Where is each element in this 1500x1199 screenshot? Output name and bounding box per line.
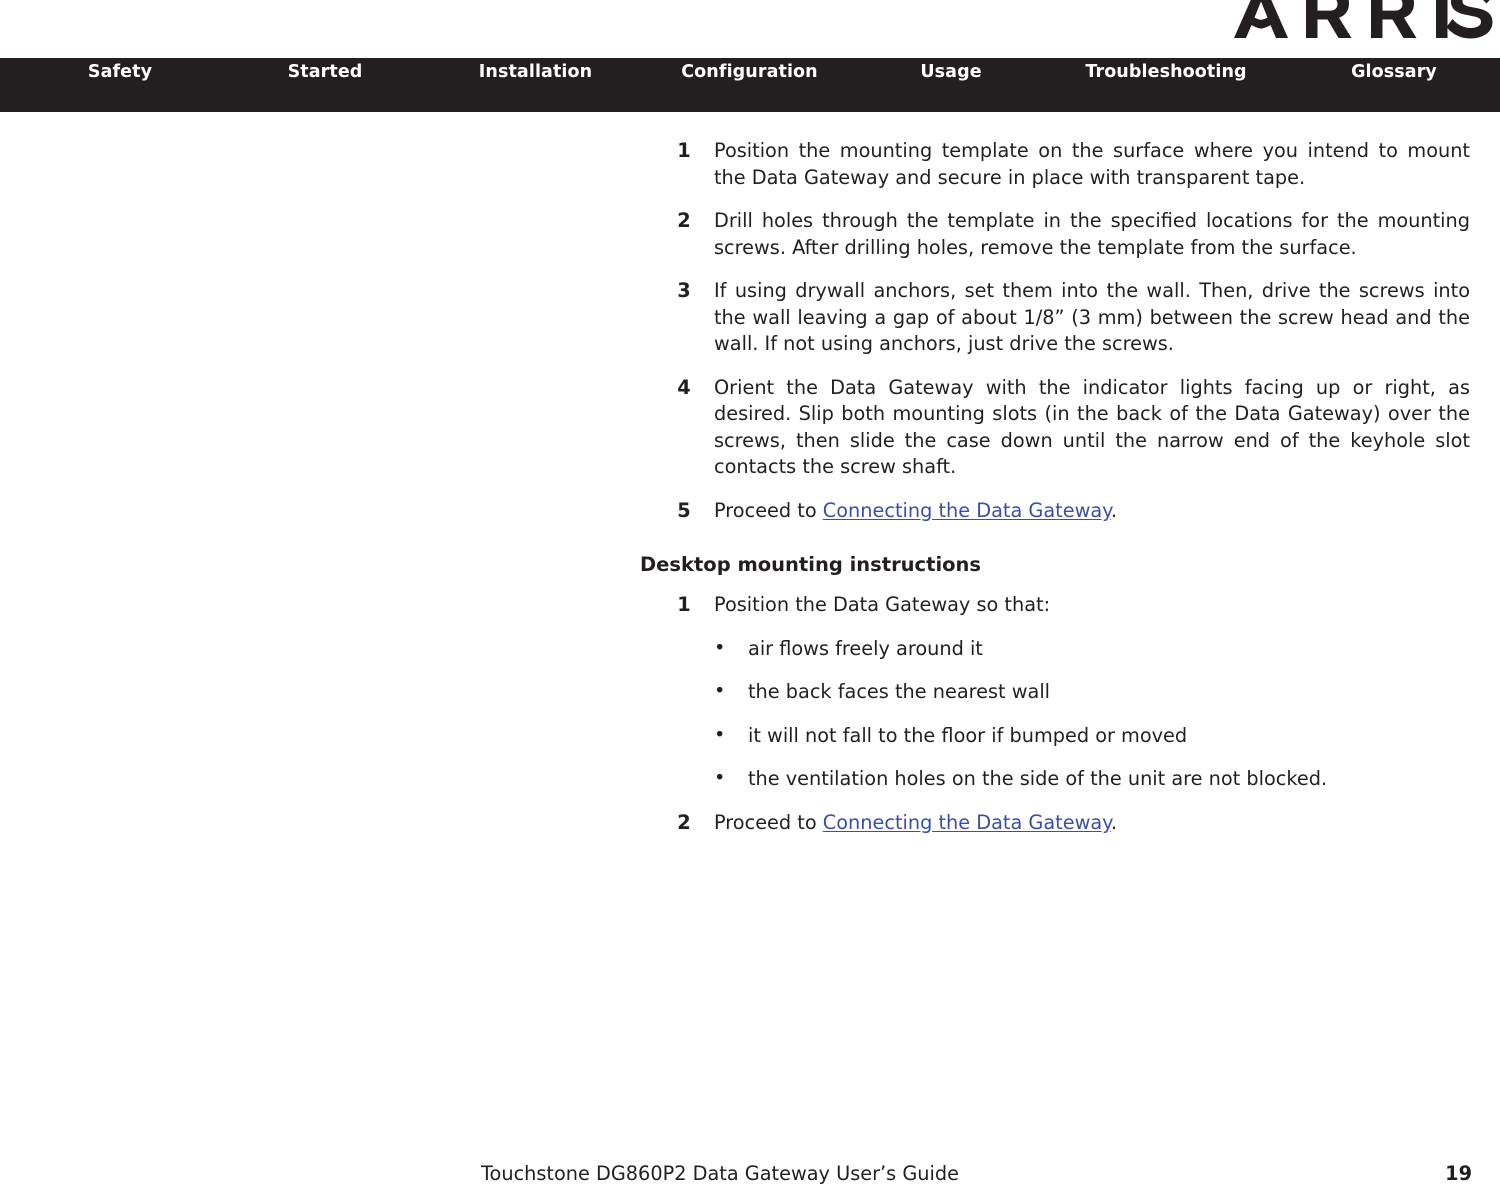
page-subheading: Desktop mounting instructions [640,553,982,576]
bullet-icon: • [714,722,726,746]
nav-item-usage[interactable]: Usage [868,20,1034,104]
nav-item-glossary-line2: Glossary [1351,62,1437,82]
step-text-suffix: . [1110,810,1117,834]
step-text: Drill holes through the template in the … [714,209,1470,259]
step-text: If using drywall anchors, set them into … [714,279,1470,355]
step-number: 2 [677,209,691,232]
step-text-prefix: Proceed to [714,498,823,522]
step-number: 4 [677,375,691,399]
list-item: 1 Position the Data Gateway so that: [640,592,1470,619]
bullet-icon: • [714,635,726,659]
list-item: • the back faces the nearest wall [640,679,1470,706]
nav-item-getting-started[interactable]: Getting Started [240,0,410,104]
step-number: 1 [677,593,691,616]
footer-document-title: Touchstone DG860P2 Data Gateway User’s G… [481,1162,959,1185]
list-item: • it will not fall to the floor if bumpe… [640,723,1470,750]
step-number: 2 [677,810,691,834]
nav-item-glossary[interactable]: Glossary [1308,20,1480,104]
step-text-prefix: Proceed to [714,810,823,834]
bullet-text: the ventilation holes on the side of the… [748,767,1328,790]
page-footer: Touchstone DG860P2 Data Gateway User’s G… [0,1155,1500,1191]
list-item: 3 If using drywall anchors, set them int… [640,278,1470,358]
list-item: • air flows freely around it [640,636,1470,663]
bullet-icon: • [714,679,726,702]
step-text: Position the Data Gateway so that: [714,593,1051,616]
list-item: 4 Orient the Data Gateway with the indic… [640,375,1470,481]
footer-page-number: 19 [1445,1162,1472,1185]
nav-item-safety-line2: Safety [87,62,153,82]
nav-item-usage-line2: Usage [920,62,982,82]
nav-item-getting-started-line1: Getting [287,20,363,40]
bullet-text: air flows freely around it [748,636,983,660]
nav-item-ethernet-configuration-line1: Ethernet [706,20,793,40]
bullet-text: the back faces the nearest wall [748,680,1051,703]
nav-item-installation[interactable]: Installation [438,20,633,104]
list-item: 2 Drill holes through the template in th… [640,208,1470,261]
list-item: • the ventilation holes on the side of t… [640,766,1470,793]
link-connecting-the-data-gateway[interactable]: Connecting the Data Gateway [823,811,1111,834]
link-connecting-the-data-gateway[interactable]: Connecting the Data Gateway [823,499,1111,522]
bullet-text: it will not fall to the floor if bumped … [748,723,1188,747]
bullet-icon: • [714,766,726,789]
nav-item-safety[interactable]: Safety [30,20,210,104]
list-item: 2 Proceed to Connecting the Data Gateway. [640,810,1470,837]
step-text-suffix: . [1110,498,1117,522]
page-content: 1 Position the mounting template on the … [640,138,1470,853]
step-number: 1 [677,139,691,162]
nav-item-troubleshooting[interactable]: Troubleshooting [1060,20,1272,104]
step-number: 5 [677,498,691,522]
nav-item-ethernet-configuration-line2: Configuration [681,62,818,82]
nav-item-troubleshooting-line2: Troubleshooting [1085,62,1247,82]
nav-item-installation-line2: Installation [478,62,593,82]
section-nav-bar: Safety Getting Started Installation Ethe… [0,20,1500,112]
step-text: Orient the Data Gateway with the indicat… [714,375,1470,479]
nav-item-ethernet-configuration[interactable]: Ethernet Configuration [652,0,847,104]
step-number: 3 [677,279,691,302]
list-item: 5 Proceed to Connecting the Data Gateway. [640,498,1470,525]
nav-item-getting-started-line2: Started [287,62,363,82]
step-text: Position the mounting template on the su… [714,139,1470,189]
list-item: 1 Position the mounting template on the … [640,138,1470,191]
